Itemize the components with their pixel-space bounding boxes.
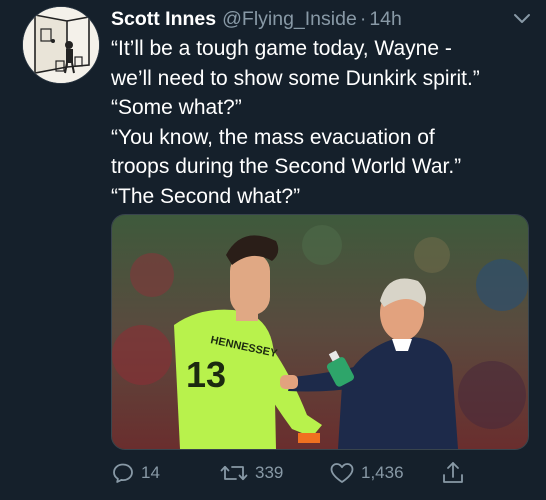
reply-button[interactable]: 14	[111, 458, 160, 488]
shirt-number: 13	[186, 354, 226, 395]
avatar[interactable]	[22, 6, 100, 84]
retweet-icon	[220, 465, 248, 481]
tweet-text-line: “You know, the mass evacuation of	[111, 125, 435, 149]
photo-goalkeeper-and-manager: HENNESSEY 13	[112, 215, 528, 449]
like-button[interactable]: 1,436	[329, 458, 404, 488]
heart-icon	[330, 463, 354, 483]
tweet-media-photo[interactable]: HENNESSEY 13	[111, 214, 529, 450]
tweet-menu-button[interactable]	[510, 9, 534, 29]
tweet-text: “It’ll be a tough game today, Wayne - we…	[111, 34, 531, 211]
tweet-actions: 14 339 1,436	[111, 458, 531, 488]
share-button[interactable]	[441, 458, 465, 488]
display-name[interactable]: Scott Innes	[111, 7, 216, 31]
reply-count: 14	[141, 463, 160, 482]
chevron-down-icon	[514, 14, 530, 23]
tweet: Scott Innes @Flying_Inside · 14h “It’ll …	[0, 0, 546, 500]
like-count: 1,436	[361, 463, 404, 482]
reply-icon	[113, 463, 133, 483]
separator: ·	[359, 8, 367, 30]
tweet-text-line: “Some what?”	[111, 96, 242, 119]
tweet-text-line: troops during the Second World War.”	[111, 155, 462, 178]
tweet-text-line: “The Second what?”	[111, 184, 301, 208]
tweet-text-line: we’ll need to show some Dunkirk spirit.”	[111, 66, 480, 90]
timestamp[interactable]: 14h	[369, 7, 402, 31]
illustrated-figure-avatar-icon	[23, 7, 99, 83]
retweet-button[interactable]: 339	[219, 458, 283, 488]
retweet-count: 339	[255, 463, 284, 482]
user-handle[interactable]: @Flying_Inside	[222, 7, 357, 31]
share-icon	[443, 462, 463, 483]
tweet-header: Scott Innes @Flying_Inside · 14h	[111, 7, 402, 33]
tweet-text-line: “It’ll be a tough game today, Wayne -	[111, 37, 452, 60]
